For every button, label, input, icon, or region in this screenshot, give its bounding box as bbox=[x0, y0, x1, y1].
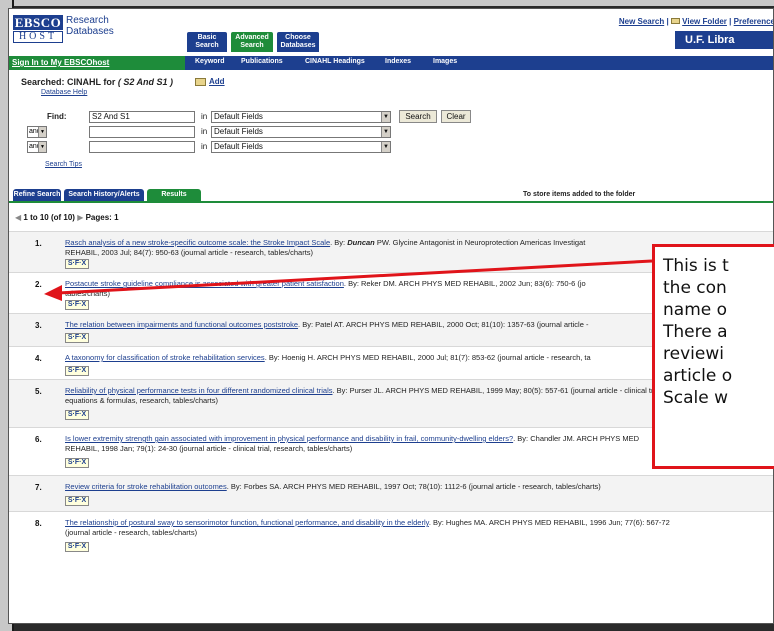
annotation-arrow-icon bbox=[44, 259, 653, 301]
